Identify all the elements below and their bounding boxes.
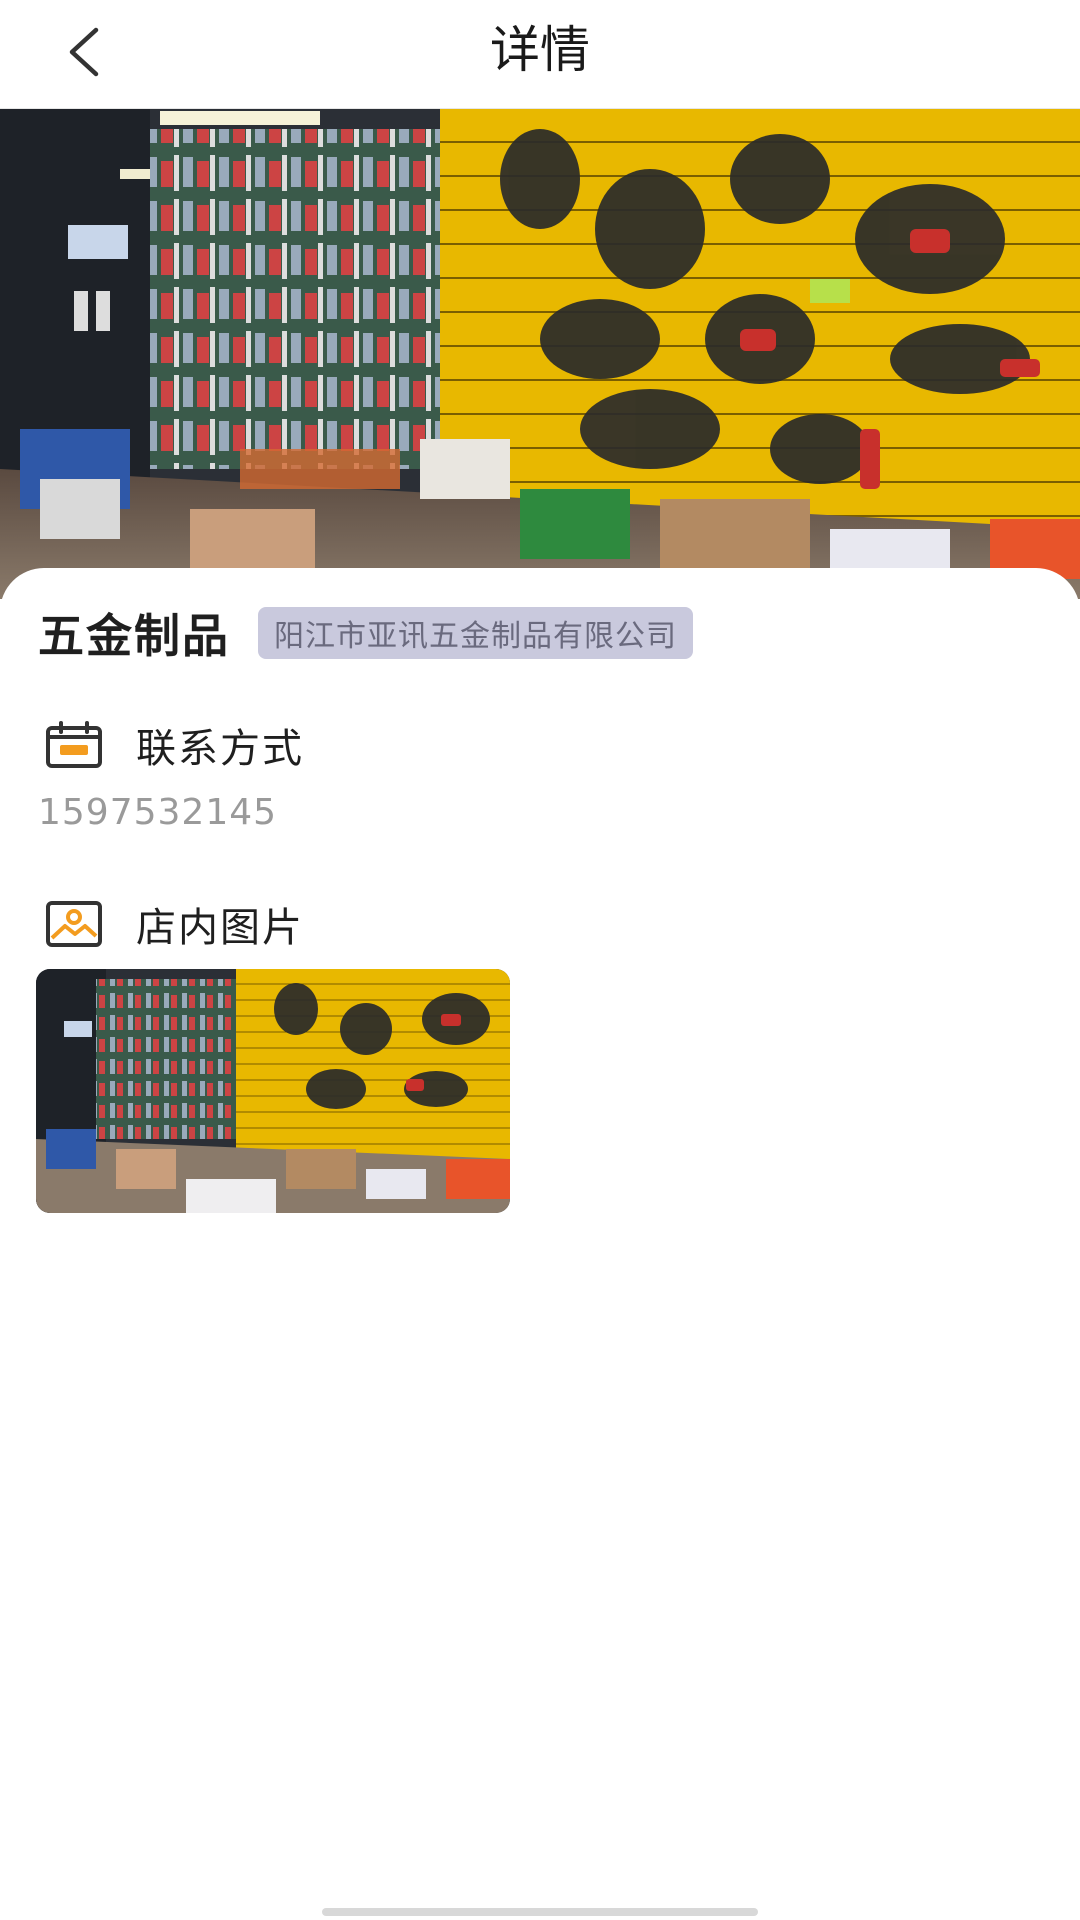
page-title: 详情 — [490, 21, 590, 79]
gallery-section-title: 店内图片 — [44, 895, 304, 953]
shop-header: 五金制品 阳江市亚讯五金制品有限公司 — [38, 600, 693, 666]
shop-name: 五金制品 — [38, 609, 230, 663]
gallery-title: 店内图片 — [136, 905, 304, 951]
hero-image — [0, 109, 1080, 599]
contact-title: 联系方式 — [136, 726, 304, 772]
shop-photo-thumbnail[interactable] — [36, 969, 510, 1213]
image-icon — [44, 899, 104, 949]
company-badge: 阳江市亚讯五金制品有限公司 — [258, 607, 693, 659]
contact-section-title: 联系方式 — [44, 716, 304, 774]
home-indicator — [322, 1908, 758, 1916]
top-nav-bar: 详情 — [0, 0, 1080, 109]
calendar-icon — [44, 720, 104, 770]
detail-card: 五金制品 阳江市亚讯五金制品有限公司 联系方式 1597532145 店内图片 — [0, 568, 1080, 1920]
phone-number[interactable]: 1597532145 — [38, 792, 277, 833]
